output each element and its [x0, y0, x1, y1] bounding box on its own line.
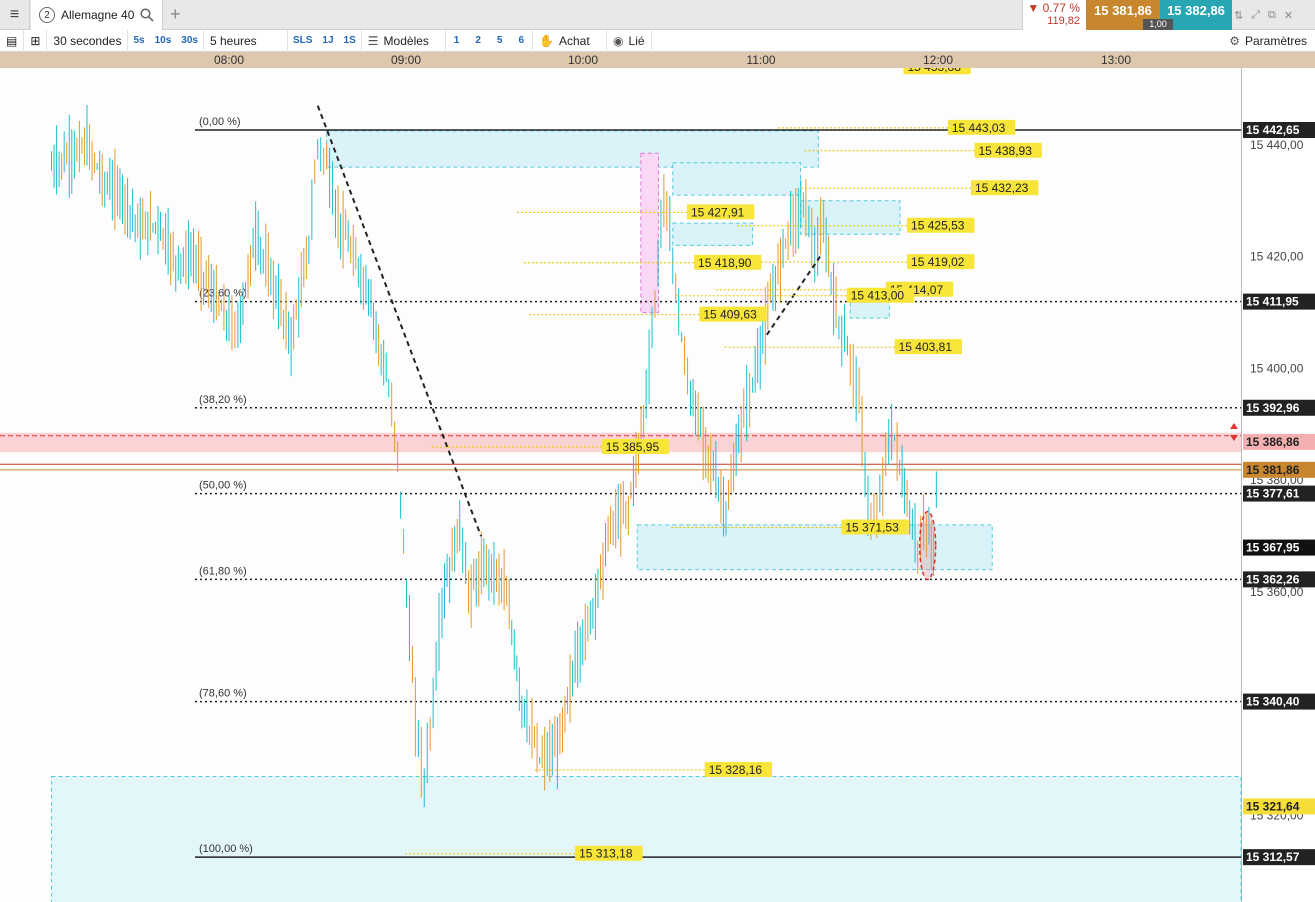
tab-badge: 2: [39, 7, 55, 23]
add-tab-button[interactable]: +: [170, 5, 181, 23]
zone-box: [672, 162, 802, 196]
settings-label: Paramètres: [1244, 34, 1307, 48]
zone-box: [51, 775, 1242, 902]
level-tag: 15 409,63: [703, 308, 757, 322]
price-tick: 15 400,00: [1250, 361, 1304, 375]
calendar-icon[interactable]: ▤: [0, 29, 25, 52]
zone-box: [640, 152, 660, 314]
price-chart[interactable]: (0,00 %)(23,60 %)(38,20 %)(50,00 %)(61,8…: [0, 68, 1315, 902]
level-tag: 15 443,03: [952, 121, 1006, 135]
level-tag: 15 427,91: [691, 205, 745, 219]
fib-level-label: (38,20 %): [199, 394, 247, 406]
model-slot-2[interactable]: 2: [467, 30, 489, 52]
timeframe-select[interactable]: 30 secondes: [47, 29, 129, 52]
hand-icon: ✋: [539, 33, 554, 48]
eye-icon: ◉: [613, 33, 624, 48]
zone-box: [672, 222, 754, 246]
models-button[interactable]: ☰ Modèles: [362, 29, 446, 52]
level-tag: 15 425,53: [911, 219, 965, 233]
model-slot-6[interactable]: 6: [510, 29, 534, 52]
time-tick: 09:00: [390, 53, 422, 67]
time-tick: 10:00: [567, 53, 599, 67]
fib-level-label: (0,00 %): [199, 116, 241, 128]
fib-level-label: (100,00 %): [199, 843, 253, 855]
time-tick: 13:00: [1100, 53, 1132, 67]
level-tag: 15 432,23: [975, 181, 1029, 195]
level-tag: 15 403,81: [899, 340, 953, 354]
time-tick: 11:00: [746, 53, 776, 67]
change-percent: ▼ 0.77 %: [1027, 1, 1080, 15]
interval-5s[interactable]: 5s: [128, 30, 149, 52]
price-axis-tag: 15 312,57: [1246, 850, 1300, 864]
price-axis-tag: 15 340,40: [1246, 695, 1300, 709]
level-tag: 15 453,88: [908, 68, 962, 74]
level-tag: 15 419,02: [911, 255, 965, 269]
price-axis-tag: 15 381,86: [1246, 463, 1300, 477]
sliders-icon: ☰: [367, 33, 379, 48]
buy-order-label: Achat: [558, 33, 590, 48]
hamburger-icon[interactable]: ≡: [0, 0, 30, 30]
buy-order-button[interactable]: ✋ Achat: [533, 29, 608, 52]
change-absolute: 119,82: [1047, 15, 1080, 27]
models-label: Modèles: [383, 33, 429, 48]
swap-icon[interactable]: ⇅: [1234, 9, 1243, 22]
range-1s[interactable]: 1S: [339, 29, 362, 52]
price-axis-tag: 15 386,86: [1246, 435, 1300, 449]
time-tick: 08:00: [213, 53, 245, 67]
search-icon[interactable]: [140, 8, 154, 22]
trading-app: ≡ 2 Allemagne 40 + ▼ 0.77 % 119,82 15 38…: [0, 0, 1315, 902]
price-axis-tag: 15 442,65: [1246, 123, 1300, 137]
fib-level-label: (78,60 %): [199, 688, 247, 700]
tab-label: Allemagne 40: [61, 8, 135, 22]
title-bar: ≡ 2 Allemagne 40 + ▼ 0.77 % 119,82 15 38…: [0, 0, 1315, 30]
change-box: ▼ 0.77 % 119,82: [1022, 0, 1086, 30]
model-slot-1[interactable]: 1: [446, 30, 468, 52]
highlight-ellipse: [918, 510, 937, 581]
interval-30s[interactable]: 30s: [176, 29, 204, 52]
time-tick: 12:00: [922, 53, 954, 67]
expand-icon[interactable]: ⤢: [1251, 9, 1260, 22]
level-tag: 15 328,16: [709, 763, 763, 777]
spread-badge: 1,00: [1143, 19, 1173, 30]
price-axis-tag: 15 321,64: [1246, 799, 1300, 813]
range-sls[interactable]: SLS: [288, 30, 317, 52]
tab-allemagne-40[interactable]: 2 Allemagne 40: [31, 0, 163, 30]
zone-box: [326, 130, 819, 168]
linked-button[interactable]: ◉ Lié: [607, 29, 652, 52]
chart-toolbar: ▤ ⊞ 30 secondes 5s 10s 30s 5 heures SLS …: [0, 29, 1315, 52]
price-axis-tag: 15 367,95: [1246, 541, 1300, 555]
level-tag: 15 418,90: [698, 256, 752, 270]
range-1j[interactable]: 1J: [317, 30, 338, 52]
popout-icon[interactable]: ⧉: [1268, 9, 1276, 22]
gear-icon: ⚙: [1229, 34, 1240, 48]
price-axis-tag: 15 377,61: [1246, 487, 1300, 501]
level-tag: 15 385,95: [606, 440, 660, 454]
price-tick: 15 420,00: [1250, 250, 1304, 264]
interval-10s[interactable]: 10s: [150, 30, 177, 52]
zone-box: [800, 200, 901, 235]
level-tag: 15 413,00: [851, 289, 905, 303]
fib-level-label: (50,00 %): [199, 480, 247, 492]
close-icon[interactable]: ✕: [1284, 9, 1293, 22]
zone-box: [636, 524, 993, 571]
time-axis: 08:00 09:00 10:00 11:00 12:00 13:00: [0, 52, 1315, 68]
window-controls: ⇅ ⤢ ⧉ ✕: [1234, 0, 1293, 30]
price-axis-tag: 15 362,26: [1246, 572, 1300, 586]
price-axis-tag: 15 411,95: [1246, 295, 1299, 309]
settings-button[interactable]: ⚙ Paramètres: [1229, 30, 1307, 52]
level-tag: 15 438,93: [979, 144, 1033, 158]
duration-select[interactable]: 5 heures: [204, 29, 288, 52]
model-slot-5[interactable]: 5: [489, 30, 511, 52]
price-tick: 15 440,00: [1250, 138, 1304, 152]
level-tag: 15 371,53: [845, 521, 899, 535]
linked-label: Lié: [628, 33, 645, 48]
fib-level-label: (61,80 %): [199, 565, 247, 577]
layout-icon[interactable]: ⊞: [24, 29, 48, 52]
level-tag: 15 313,18: [579, 847, 633, 861]
price-axis-tag: 15 392,96: [1246, 401, 1300, 415]
